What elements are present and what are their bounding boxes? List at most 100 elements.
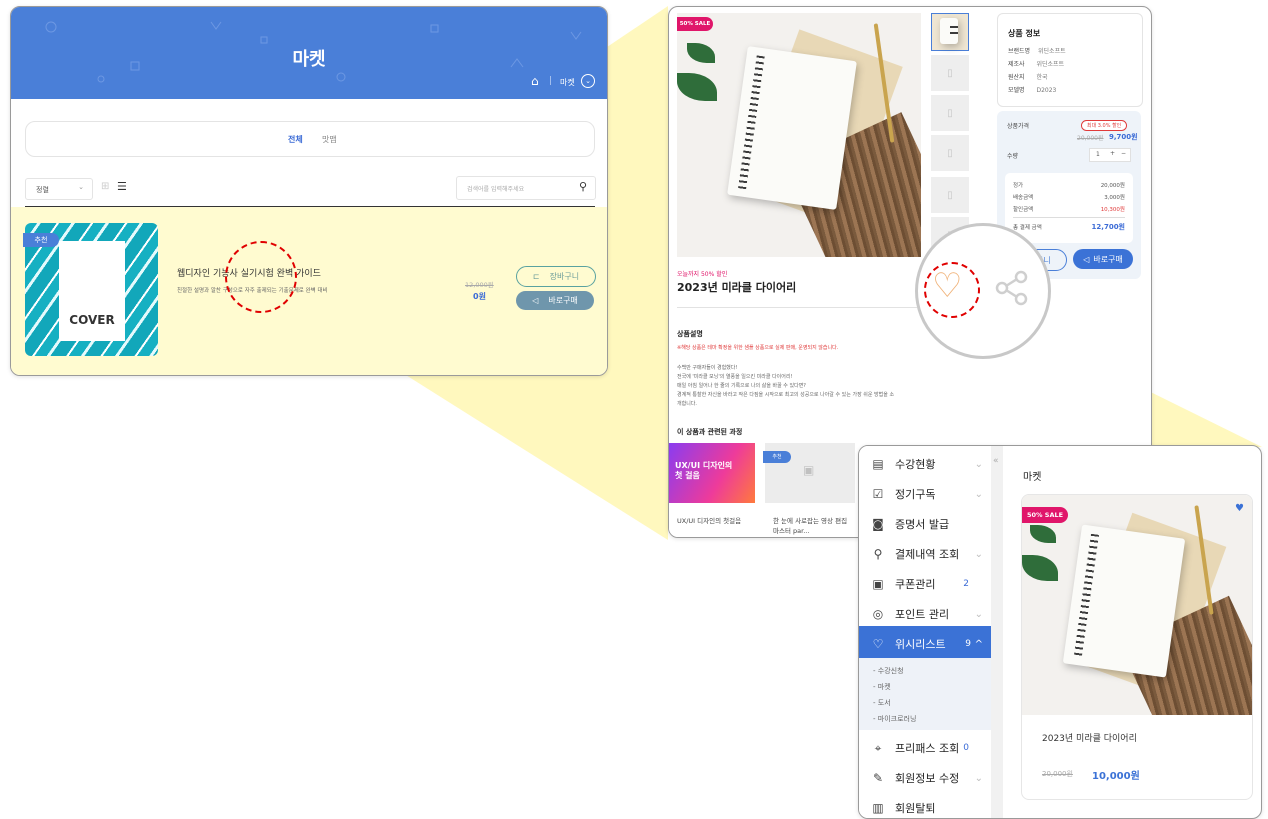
count-badge: 2 (963, 579, 969, 589)
submenu-item-microlearning[interactable]: - 마이크로러닝 (873, 714, 916, 724)
thumbnail-active[interactable] (931, 13, 969, 51)
count-badge: 0 (963, 743, 969, 753)
thumbnail[interactable]: ▯ (931, 135, 969, 171)
desc-line: 경계적 통찰한 자신을 바라고 작은 다짐을 시작으로 최고의 성공으로 나아갈… (677, 392, 895, 398)
buy-now-button-label: 바로구매 (1093, 254, 1123, 264)
wishlist-submenu: - 수강신청 - 마켓 - 도서 - 마이크로러닝 (859, 658, 991, 730)
grid-view-icon[interactable]: ⊞ (101, 181, 109, 192)
breadcrumb-separator: | (549, 76, 553, 86)
search-input[interactable]: 검색어를 입력해주세요 ⚲ (456, 176, 596, 200)
related-card[interactable]: ▣ 추천 한 눈에 사로잡는 영상 편집 마스터 par... (763, 443, 855, 537)
sidebar-item-withdraw[interactable]: ▥ 회원탈퇴 (859, 790, 991, 818)
related-card-banner: UX/UI 디자인의 첫 걸음 (675, 461, 733, 480)
cart-icon: ⊏ (532, 272, 540, 281)
collapse-icon[interactable]: « (993, 456, 999, 466)
wishlist-card[interactable]: 50% SALE ♥ 2023년 미라클 다이어리 20,000원 10,000… (1021, 494, 1253, 800)
recommend-badge: 추천 (23, 233, 59, 247)
promo-text: 오늘까지 50% 할인 (677, 271, 728, 278)
cover-card: COVER (59, 241, 125, 341)
chevron-down-icon: ⌄ (78, 183, 84, 191)
total-row: 총 결제 금액 12,700원 (1013, 223, 1125, 231)
qty-value: 1 (1096, 151, 1100, 158)
count-badge: 9 (965, 639, 971, 649)
highlight-circle (924, 262, 980, 318)
price-final: 9,700원 (1109, 133, 1138, 141)
related-card-image: UX/UI 디자인의 첫 걸음 (669, 443, 755, 503)
product-info-box: 상품 정보 브랜드명 위딘소프트 제조사 위딘소프트 원산지 한국 모델명 D2… (997, 13, 1143, 107)
info-row: 브랜드명 위딘소프트 (1008, 48, 1066, 55)
summary-row: 할인금액 10,300원 (1013, 207, 1125, 213)
heart-icon[interactable]: ♥ (1235, 503, 1244, 514)
related-card-title: UX/UI 디자인의 첫걸음 (677, 517, 742, 525)
divider (677, 307, 917, 308)
buy-now-button-label: 바로구매 (548, 296, 578, 305)
heart-icon: ♡ (872, 637, 884, 651)
sidebar-item-wishlist[interactable]: ♡ 위시리스트 9 ^ (859, 626, 991, 662)
info-row: 제조사 위딘소프트 (1008, 61, 1065, 68)
sidebar-scrollbar[interactable]: « (991, 446, 1003, 818)
recommend-badge: 추천 (763, 451, 791, 463)
product-main-image (677, 13, 921, 257)
send-icon: ◁ (532, 296, 539, 305)
info-row: 모델명 D2023 (1008, 87, 1057, 94)
sidebar-item-label: 수강현황 (895, 458, 936, 471)
coupon-icon: ▣ (872, 577, 884, 591)
related-card[interactable]: UX/UI 디자인의 첫 걸음 UX/UI 디자인의 첫걸음 (669, 443, 755, 537)
withdraw-icon: ▥ (872, 801, 884, 815)
submenu-item-course[interactable]: - 수강신청 (873, 666, 904, 676)
category-tabs: 전체 맛맵 (25, 121, 595, 157)
chevron-down-icon: ⌄ (974, 548, 983, 560)
sidebar-item-label: 프리패스 조회 (895, 742, 960, 755)
mypage-sidebar: ▤ 수강현황 ⌄ ☑ 정기구독 ⌄ ◙ 증명서 발급 ⚲ 결제내역 조회 ⌄ ▣ 쿠폰관리 2 ◎… (859, 446, 991, 818)
submenu-item-books[interactable]: - 도서 (873, 698, 891, 708)
page-title: 마켓 (292, 49, 326, 70)
summary-box: 정가 20,000원 배송금액 3,000원 할인금액 10,300원 총 결제 금액… (1005, 173, 1133, 243)
quantity-stepper[interactable]: 1 + − (1089, 148, 1131, 162)
payment-icon: ⚲ (873, 547, 883, 561)
search-icon[interactable]: ⚲ (579, 180, 587, 193)
thumbnail[interactable]: ▯ (931, 177, 969, 213)
plus-icon[interactable]: + (1110, 150, 1115, 157)
share-icon[interactable] (994, 270, 1030, 306)
thumbnail[interactable]: ▯ (931, 95, 969, 131)
desc-line: 전국에 '미라클 모닝'의 열풍을 일으킨 미라클 다이어리! (677, 374, 793, 380)
pencil-icon: ✎ (872, 771, 884, 785)
section-title: 마켓 (1023, 472, 1042, 483)
chevron-down-icon: ⌄ (974, 608, 983, 620)
market-header: 마켓 ⌂ | 마켓 ⌄ (11, 7, 607, 99)
tab-all[interactable]: 전체 (288, 134, 303, 145)
submenu-item-market[interactable]: - 마켓 (873, 682, 891, 692)
info-title: 상품 정보 (1008, 29, 1041, 38)
send-icon: ◁ (1083, 254, 1090, 264)
search-placeholder: 검색어를 입력해주세요 (467, 186, 525, 193)
summary-row: 배송금액 3,000원 (1013, 195, 1125, 201)
price-original: 12,000원 (465, 281, 494, 289)
breadcrumb-current[interactable]: 마켓 (560, 77, 575, 88)
desc-line: 개합니다. (677, 401, 697, 407)
price-label: 상품가격 (1007, 123, 1030, 130)
image-placeholder-icon: ▣ (803, 463, 815, 477)
market-list-panel: 마켓 ⌂ | 마켓 ⌄ 전체 맛맵 정렬 ⌄ ⊞ ☰ 검색어를 입력해주세요 ⚲… (10, 6, 608, 376)
list-view-icon[interactable]: ☰ (117, 180, 127, 193)
checkbox-icon: ☑ (872, 487, 884, 501)
price-original: 20,000원 (1077, 135, 1104, 142)
summary-row: 정가 20,000원 (1013, 183, 1125, 189)
home-icon[interactable]: ⌂ (531, 74, 539, 88)
chevron-down-icon[interactable]: ⌄ (581, 74, 595, 88)
tab-matmap[interactable]: 맛맵 (322, 134, 337, 145)
sidebar-item-label: 증명서 발급 (895, 518, 950, 531)
buy-now-button[interactable]: ◁ 바로구매 (1073, 249, 1133, 269)
chevron-down-icon: ⌄ (974, 458, 983, 470)
sort-select[interactable]: 정렬 ⌄ (25, 178, 93, 200)
sidebar-item-label: 결제내역 조회 (895, 548, 960, 561)
product-title: 2023년 미라클 다이어리 (677, 281, 797, 294)
desc-line: 수백만 구매자들이 경험했다! (677, 365, 738, 371)
thumbnail[interactable]: ▯ (931, 55, 969, 91)
buy-now-button[interactable]: ◁ 바로구매 (516, 291, 594, 310)
sidebar-item-label: 회원탈퇴 (895, 802, 936, 815)
desc-title: 상품설명 (677, 330, 703, 338)
cart-button[interactable]: ⊏ 장바구니 (516, 266, 596, 287)
sidebar-item-label: 위시리스트 (895, 638, 946, 651)
related-title: 이 상품과 관련된 과정 (677, 428, 743, 436)
minus-icon[interactable]: − (1121, 150, 1126, 157)
